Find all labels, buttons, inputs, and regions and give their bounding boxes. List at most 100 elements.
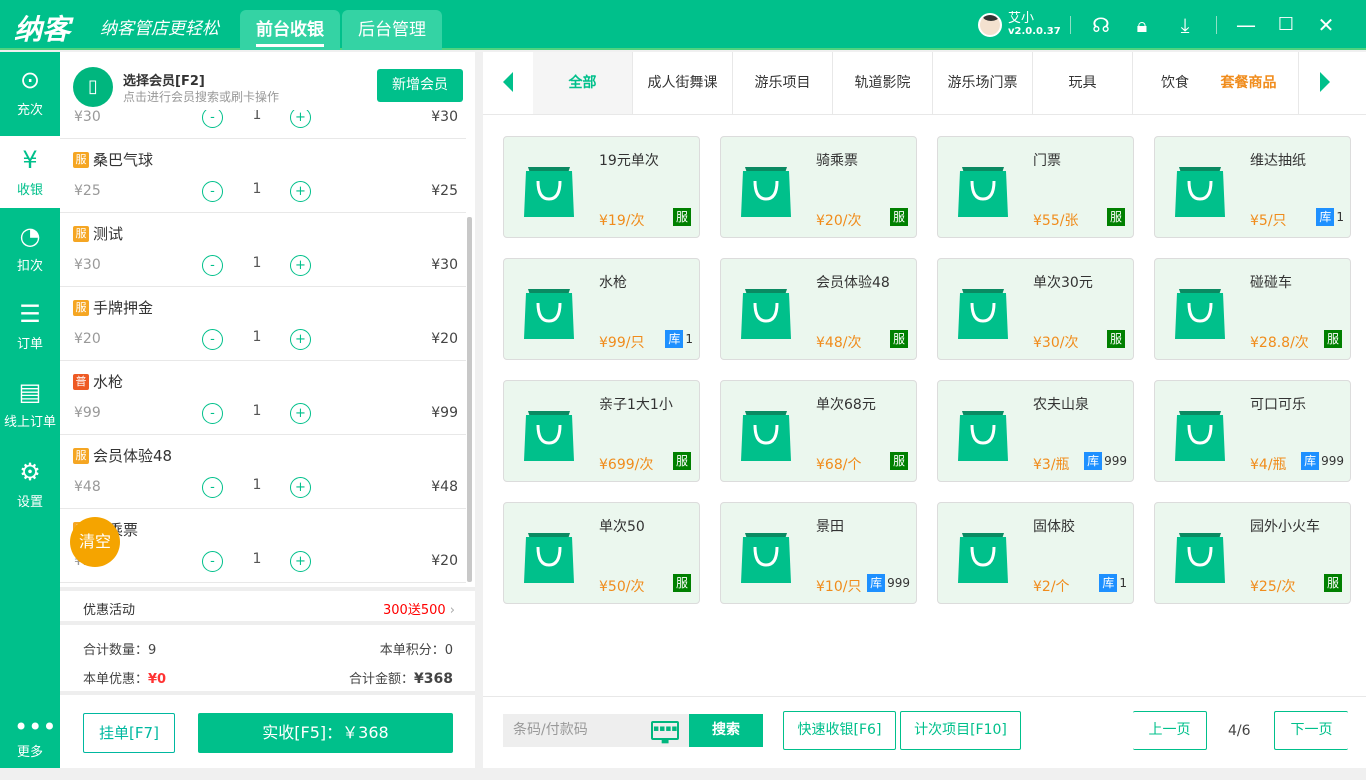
promo-label: 优惠活动 (83, 603, 136, 618)
user-info[interactable]: 艾小 v2.0.0.37 (978, 12, 1061, 37)
decrease-qty-button[interactable]: - (202, 403, 223, 424)
sidebar-item-settings[interactable]: ⚙ 设置 (0, 448, 60, 520)
increase-qty-button[interactable]: + (290, 255, 311, 276)
next-page-button[interactable]: 下一页 (1274, 711, 1348, 750)
cart-item[interactable]: 服会员体验48 ¥48 - 1 + ¥48 (60, 435, 466, 509)
cart-item-name: 服桑巴气球 (73, 149, 153, 170)
search-button[interactable]: 搜索 (689, 714, 763, 747)
next-category-arrow-icon[interactable] (1320, 72, 1330, 92)
decrease-qty-button[interactable]: - (202, 477, 223, 498)
tab-front-cashier[interactable]: 前台收银 (240, 10, 340, 50)
product-card[interactable]: 园外小火车 ¥25/次 服 (1154, 502, 1351, 604)
sidebar-item-deduct[interactable]: ◔ 扣次 (0, 212, 60, 284)
sidebar-item-more[interactable]: ••• 更多 (0, 708, 60, 780)
tab-backend[interactable]: 后台管理 (342, 10, 442, 50)
product-card[interactable]: 固体胶 ¥2/个 库1 (937, 502, 1134, 604)
prev-page-button[interactable]: 上一页 (1133, 711, 1207, 750)
hang-order-button[interactable]: 挂单[F7] (83, 713, 175, 753)
sidebar-item-label: 扣次 (16, 259, 43, 274)
keyboard-icon[interactable]: ▪▪▪▪ ▬ (651, 721, 679, 747)
cart-item[interactable]: 服测试 ¥30 - 1 + ¥30 (60, 213, 466, 287)
cart-item[interactable]: 普水枪 ¥99 - 1 + ¥99 (60, 361, 466, 435)
sidebar-item-label: 设置 (16, 495, 43, 510)
sidebar-item-recharge[interactable]: ⊙ 充次 (0, 56, 60, 128)
member-select[interactable]: ▯ 选择会员[F2] 点击进行会员搜索或刷卡操作 新增会员 (60, 52, 475, 110)
increase-qty-button[interactable]: + (290, 551, 311, 572)
product-card[interactable]: 水枪 ¥99/只 库1 (503, 258, 700, 360)
product-card[interactable]: 骑乘票 ¥20/次 服 (720, 136, 917, 238)
scrollbar[interactable] (467, 217, 472, 582)
logo: 纳客 (14, 13, 71, 46)
lock-icon[interactable]: 🔒︎ (1130, 13, 1154, 37)
pay-button[interactable]: 实收[F5]：￥368 (198, 713, 453, 753)
tab-category[interactable]: 全部 (533, 52, 633, 114)
tag-badge: 服 (673, 208, 691, 226)
minimize-icon[interactable]: — (1234, 13, 1258, 37)
support-headset-icon[interactable]: ☊ (1089, 13, 1113, 37)
points-label: 本单积分： (379, 643, 445, 658)
tab-category[interactable]: 玩具 (1033, 52, 1133, 114)
shopping-bag-icon (741, 533, 791, 583)
member-title: 选择会员[F2] (123, 74, 205, 89)
tab-category[interactable]: 游乐项目 (733, 52, 833, 114)
product-card[interactable]: 碰碰车 ¥28.8/次 服 (1154, 258, 1351, 360)
product-card[interactable]: 单次68元 ¥68/个 服 (720, 380, 917, 482)
tab-category[interactable]: 成人街舞课 (633, 52, 733, 114)
cart-item[interactable]: 服手牌押金 ¥20 - 1 + ¥20 (60, 287, 466, 361)
barcode-placeholder: 条码/付款码 (513, 722, 588, 738)
product-card[interactable]: 单次50 ¥50/次 服 (503, 502, 700, 604)
item-type-tag: 服 (73, 447, 89, 464)
clear-cart-button[interactable]: 清空 (70, 517, 120, 567)
maximize-icon[interactable]: ☐ (1274, 13, 1298, 37)
next-page-label: 下一页 (1290, 722, 1333, 738)
decrease-qty-button[interactable]: - (202, 551, 223, 572)
tab-category[interactable]: 饮食类 (1133, 52, 1199, 114)
cart-item[interactable]: 服 ¥30 - 1 + ¥30 (60, 110, 466, 139)
sidebar-item-online-orders[interactable]: ▤ 线上订单 (0, 368, 60, 440)
tag-badge: 库 (867, 574, 886, 592)
shopping-bag-icon (958, 411, 1008, 461)
product-card[interactable]: 亲子1大1小 ¥699/次 服 (503, 380, 700, 482)
tab-category[interactable]: 套餐商品 (1199, 52, 1299, 114)
product-card[interactable]: 会员体验48 ¥48/次 服 (720, 258, 917, 360)
product-card[interactable]: 可口可乐 ¥4/瓶 库 999 (1154, 380, 1351, 482)
decrease-qty-button[interactable]: - (202, 329, 223, 350)
barcode-input[interactable]: 条码/付款码 ▪▪▪▪ ▬ (503, 714, 689, 747)
increase-qty-button[interactable]: + (290, 477, 311, 498)
product-name: 单次50 (599, 519, 645, 535)
decrease-qty-button[interactable]: - (202, 255, 223, 276)
increase-qty-button[interactable]: + (290, 110, 311, 128)
tab-category[interactable]: 轨道影院 (833, 52, 933, 114)
increase-qty-button[interactable]: + (290, 329, 311, 350)
product-card[interactable]: 维达抽纸 ¥5/只 库1 (1154, 136, 1351, 238)
item-type-tag: 服 (73, 225, 89, 242)
sidebar-item-orders[interactable]: ☰ 订单 (0, 290, 60, 362)
category-tabs: 全部成人街舞课游乐项目轨道影院游乐场门票玩具饮食类套餐商品 (483, 52, 1366, 115)
product-card[interactable]: 单次30元 ¥30/次 服 (937, 258, 1134, 360)
product-name: 亲子1大1小 (599, 397, 673, 413)
tab-category[interactable]: 游乐场门票 (933, 52, 1033, 114)
prev-category-arrow-icon[interactable] (503, 72, 513, 92)
product-card[interactable]: 门票 ¥55/张 服 (937, 136, 1134, 238)
increase-qty-button[interactable]: + (290, 181, 311, 202)
shopping-bag-icon (958, 289, 1008, 339)
add-member-button[interactable]: 新增会员 (377, 69, 463, 102)
cart-item-name: 服手牌押金 (73, 297, 153, 318)
product-price: ¥5/只 (1250, 213, 1287, 229)
product-name: 单次68元 (816, 397, 876, 413)
cart-item[interactable]: 服骑乘票 ¥20 - 1 + ¥20 (60, 509, 466, 583)
decrease-qty-button[interactable]: - (202, 181, 223, 202)
product-card[interactable]: 19元单次 ¥19/次 服 (503, 136, 700, 238)
cart-item[interactable]: 服桑巴气球 ¥25 - 1 + ¥25 (60, 139, 466, 213)
product-card[interactable]: 景田 ¥10/只 库 999 (720, 502, 917, 604)
quick-cashier-button[interactable]: 快速收银[F6] (783, 711, 896, 750)
quantity: 1 (252, 110, 262, 123)
download-icon[interactable]: ⤓ (1173, 13, 1197, 37)
promotion-row[interactable]: 优惠活动 300送500 › (60, 587, 475, 625)
increase-qty-button[interactable]: + (290, 403, 311, 424)
count-items-button[interactable]: 计次项目[F10] (900, 711, 1021, 750)
product-card[interactable]: 农夫山泉 ¥3/瓶 库 999 (937, 380, 1134, 482)
decrease-qty-button[interactable]: - (202, 110, 223, 128)
sidebar-item-cashier[interactable]: ¥ 收银 (0, 136, 60, 208)
close-icon[interactable]: ✕ (1314, 13, 1338, 37)
